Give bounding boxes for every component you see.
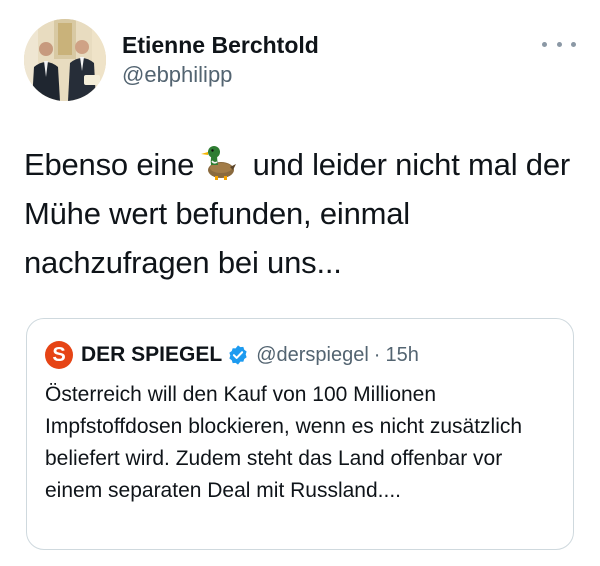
spiegel-logo-icon: S <box>45 341 73 369</box>
quoted-tweet[interactable]: S DER SPIEGEL @derspiegel · 15h Österrei… <box>26 318 574 550</box>
verified-badge-icon <box>229 345 247 365</box>
quoted-handle: @derspiegel <box>256 343 369 366</box>
quoted-display-name: DER SPIEGEL <box>81 343 223 366</box>
author-handle[interactable]: @ebphilipp <box>122 60 319 90</box>
tweet: Etienne Berchtold @ebphilipp Ebenso eine… <box>0 0 600 566</box>
quoted-tweet-header: S DER SPIEGEL @derspiegel · 15h <box>45 339 555 371</box>
author-display-name[interactable]: Etienne Berchtold <box>122 30 319 60</box>
tweet-header: Etienne Berchtold @ebphilipp <box>24 18 576 102</box>
more-horizontal-icon[interactable] <box>542 34 576 54</box>
more-dot <box>556 41 562 47</box>
duck-icon <box>200 143 238 181</box>
quoted-timestamp[interactable]: 15h <box>385 344 418 367</box>
more-dot <box>571 41 576 47</box>
avatar[interactable] <box>24 19 106 101</box>
tweet-text: Ebenso eine und leider nicht mal der Müh… <box>24 140 574 287</box>
more-dot <box>542 41 547 47</box>
author-names: Etienne Berchtold @ebphilipp <box>122 30 319 90</box>
quoted-separator: · <box>373 343 381 366</box>
quoted-tweet-text: Österreich will den Kauf von 100 Million… <box>45 383 523 502</box>
tweet-text-start: Ebenso eine <box>24 147 195 182</box>
